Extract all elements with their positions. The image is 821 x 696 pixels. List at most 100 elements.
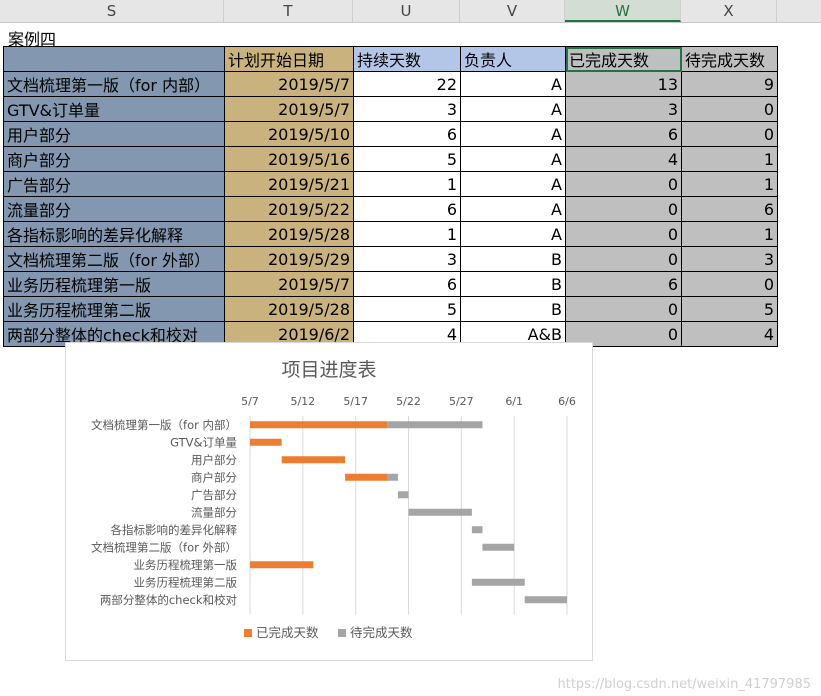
table-cell-owner[interactable]: A (460, 146, 566, 172)
table-cell-done[interactable]: 0 (565, 221, 682, 247)
table-cell-todo[interactable]: 1 (681, 146, 778, 172)
table-cell-todo[interactable]: 5 (681, 296, 778, 322)
table-cell-task[interactable]: 流量部分 (3, 196, 225, 222)
table-cell-duration[interactable]: 6 (353, 196, 461, 222)
table-cell-owner[interactable]: B (460, 271, 566, 297)
table-cell-duration[interactable]: 22 (353, 71, 461, 97)
table-cell-owner[interactable]: A (460, 96, 566, 122)
table-cell-done[interactable]: 6 (565, 121, 682, 147)
table-cell-start[interactable]: 2019/5/7 (224, 96, 354, 122)
y-category-label: GTV&订单量 (170, 435, 237, 449)
table-cell-start[interactable]: 2019/5/21 (224, 171, 354, 197)
bar-remaining (471, 578, 525, 586)
table-cell-task[interactable]: 各指标影响的差异化解释 (3, 221, 225, 247)
table-cell-start[interactable]: 2019/5/28 (224, 296, 354, 322)
table-row: 文档梳理第二版（for 外部） 2019/5/29 3 B 0 3 (3, 246, 778, 272)
bar-completed (250, 421, 388, 429)
header-cell-task[interactable] (3, 46, 225, 72)
bar-completed (250, 561, 314, 569)
table-cell-task[interactable]: 商户部分 (3, 146, 225, 172)
x-tick-label: 5/22 (396, 395, 421, 408)
table-cell-task[interactable]: GTV&订单量 (3, 96, 225, 122)
table-cell-owner[interactable]: B (460, 246, 566, 272)
table-cell-duration[interactable]: 1 (353, 171, 461, 197)
y-category-label: 业务历程梳理第一版 (134, 558, 238, 572)
table-row: 各指标影响的差异化解释 2019/5/28 1 A 0 1 (3, 221, 778, 247)
column-header-v[interactable]: V (460, 0, 565, 22)
table-cell-task[interactable]: 文档梳理第一版（for 内部） (3, 71, 225, 97)
table-cell-done[interactable]: 4 (565, 146, 682, 172)
table-cell-todo[interactable]: 0 (681, 96, 778, 122)
header-cell-owner[interactable]: 负责人 (460, 46, 566, 72)
table-cell-start[interactable]: 2019/5/29 (224, 246, 354, 272)
table-cell-start[interactable]: 2019/5/16 (224, 146, 354, 172)
table-header-row: 计划开始日期 持续天数 负责人 已完成天数 待完成天数 (3, 46, 778, 72)
y-category-label: 流量部分 (191, 505, 237, 519)
table-cell-duration[interactable]: 6 (353, 121, 461, 147)
table-cell-owner[interactable]: A (460, 171, 566, 197)
table-cell-done[interactable]: 0 (565, 296, 682, 322)
table-cell-owner[interactable]: A (460, 221, 566, 247)
table-cell-owner[interactable]: A (460, 71, 566, 97)
table-cell-duration[interactable]: 5 (353, 146, 461, 172)
column-header-u[interactable]: U (353, 0, 460, 22)
table-cell-todo[interactable]: 0 (681, 121, 778, 147)
header-cell-duration[interactable]: 持续天数 (353, 46, 461, 72)
bar-remaining (387, 421, 483, 429)
table-cell-todo[interactable]: 3 (681, 246, 778, 272)
column-header-bar: S T U V W X (0, 0, 821, 23)
table-cell-duration[interactable]: 3 (353, 96, 461, 122)
table-cell-todo[interactable]: 1 (681, 221, 778, 247)
table-cell-done[interactable]: 0 (565, 171, 682, 197)
y-category-label: 文档梳理第一版（for 内部） (91, 418, 237, 432)
table-cell-done[interactable]: 6 (565, 271, 682, 297)
header-cell-start[interactable]: 计划开始日期 (224, 46, 354, 72)
y-category-label: 两部分整体的check和校对 (100, 593, 238, 607)
table-cell-done[interactable]: 3 (565, 96, 682, 122)
table-cell-start[interactable]: 2019/5/7 (224, 271, 354, 297)
table-cell-todo[interactable]: 1 (681, 171, 778, 197)
column-header-x[interactable]: X (681, 0, 777, 22)
table-cell-todo[interactable]: 9 (681, 71, 778, 97)
gantt-chart[interactable]: 项目进度表 5/7 5/12 5/17 5/22 5/27 6/1 6/6 文档梳理第一版（f… (65, 342, 593, 661)
table-cell-start[interactable]: 2019/5/22 (224, 196, 354, 222)
table-cell-todo[interactable]: 0 (681, 271, 778, 297)
task-table: 计划开始日期 持续天数 负责人 已完成天数 待完成天数 文档梳理第一版（for … (3, 46, 778, 347)
table-row: 用户部分 2019/5/10 6 A 6 0 (3, 121, 778, 147)
table-cell-start[interactable]: 2019/5/28 (224, 221, 354, 247)
table-cell-task[interactable]: 业务历程梳理第二版 (3, 296, 225, 322)
table-cell-start[interactable]: 2019/5/7 (224, 71, 354, 97)
table-cell-done[interactable]: 0 (565, 246, 682, 272)
y-category-label: 业务历程梳理第二版 (134, 575, 238, 589)
table-cell-done[interactable]: 13 (565, 71, 682, 97)
chart-title: 项目进度表 (281, 359, 377, 381)
table-cell-duration[interactable]: 6 (353, 271, 461, 297)
legend-label: 待完成天数 (350, 625, 413, 640)
table-cell-owner[interactable]: A (460, 121, 566, 147)
bar-remaining (524, 596, 567, 604)
table-cell-duration[interactable]: 3 (353, 246, 461, 272)
table-cell-owner[interactable]: B (460, 296, 566, 322)
table-cell-duration[interactable]: 5 (353, 296, 461, 322)
table-row: 商户部分 2019/5/16 5 A 4 1 (3, 146, 778, 172)
table-cell-task[interactable]: 业务历程梳理第一版 (3, 271, 225, 297)
column-header-t[interactable]: T (224, 0, 353, 22)
table-cell-task[interactable]: 广告部分 (3, 171, 225, 197)
table-cell-todo[interactable]: 6 (681, 196, 778, 222)
header-cell-done[interactable]: 已完成天数 (565, 46, 682, 72)
header-cell-todo[interactable]: 待完成天数 (681, 46, 778, 72)
column-header-s[interactable]: S (0, 0, 224, 22)
column-header-w[interactable]: W (565, 0, 681, 22)
table-cell-start[interactable]: 2019/5/10 (224, 121, 354, 147)
table-cell-task[interactable]: 用户部分 (3, 121, 225, 147)
x-tick-label: 5/17 (343, 395, 368, 408)
table-cell-done[interactable]: 0 (565, 196, 682, 222)
table-cell-duration[interactable]: 1 (353, 221, 461, 247)
bar-completed (250, 438, 282, 446)
table-cell-task[interactable]: 文档梳理第二版（for 外部） (3, 246, 225, 272)
legend-swatch (338, 629, 346, 637)
table-cell-owner[interactable]: A (460, 196, 566, 222)
table-cell-todo[interactable]: 4 (681, 321, 778, 347)
bar-remaining (397, 491, 409, 499)
table-row: 广告部分 2019/5/21 1 A 0 1 (3, 171, 778, 197)
